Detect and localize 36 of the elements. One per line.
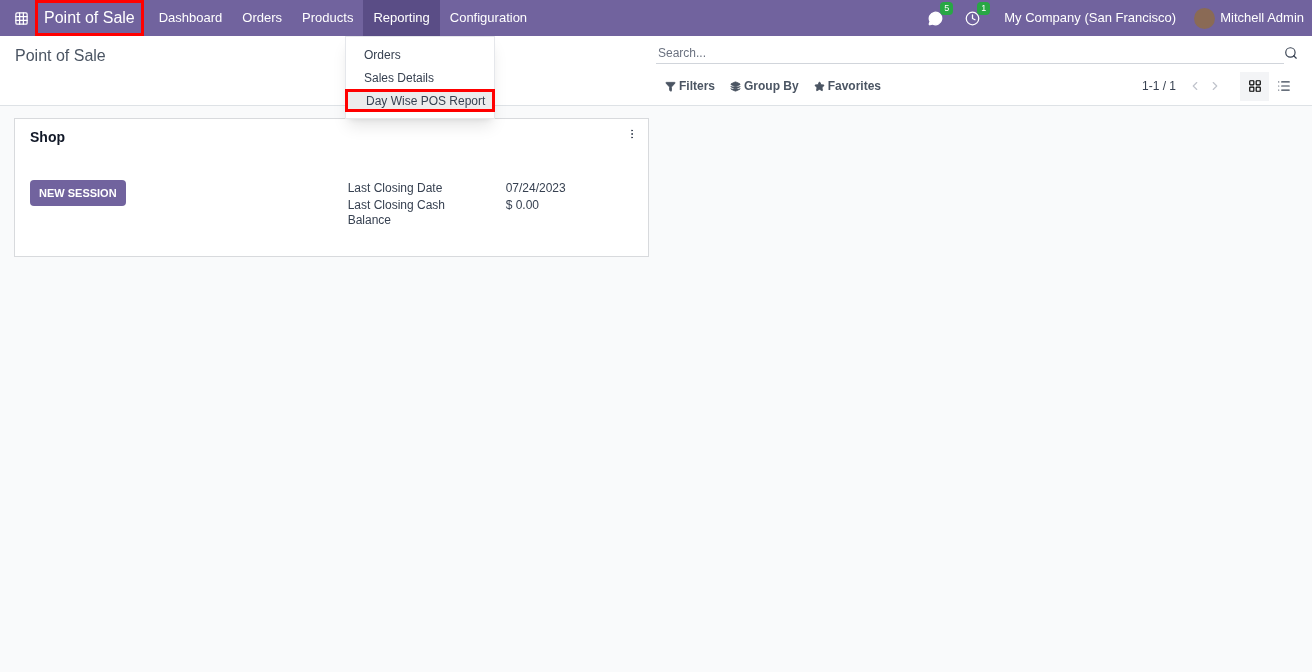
card-title: Shop [30,128,65,147]
search-icon[interactable] [1284,46,1298,60]
apps-menu-icon[interactable] [14,10,29,26]
messages-count-badge: 5 [940,1,954,15]
pager-value[interactable]: 1-1 / 1 [1141,77,1176,95]
menu-item[interactable]: Orders [232,0,293,36]
filter-icon [665,80,676,92]
group-icon [730,80,741,92]
search-field[interactable]: Search... [656,42,1284,64]
filter-menu-button[interactable]: Filters [665,77,715,95]
list-icon [1276,79,1291,93]
field-value: 07/24/2023 [505,181,566,196]
menu-item[interactable]: Products [292,0,364,36]
grid-icon [1247,79,1262,93]
messages-button[interactable] [928,10,944,26]
dropdown-item[interactable]: Orders [346,43,494,66]
new-session-button[interactable]: NEW SESSION [30,180,126,206]
kanban-view-button[interactable] [1240,71,1269,101]
star-icon [813,80,825,92]
menu-item[interactable]: Dashboard [148,0,233,36]
field-label: Last Closing Date [347,181,444,196]
company-switcher[interactable]: My Company (San Francisco) [1004,8,1177,28]
activities-count-badge: 1 [977,1,991,15]
user-menu[interactable]: Mitchell Admin [1220,8,1304,28]
dropdown-item[interactable]: Day Wise POS Report [345,89,495,112]
avatar-icon [1194,7,1216,29]
menu-item[interactable]: Configuration [439,0,538,36]
field-value: $ 0.00 [505,198,540,214]
field-label: Last Closing Cash Balance [347,198,446,228]
breadcrumb-title: Point of Sale [15,47,106,64]
filter-menu-button[interactable]: Favorites [813,77,882,95]
filter-menu-button[interactable]: Group By [730,77,799,95]
app-name-link[interactable]: Point of Sale [35,0,144,36]
menu-item[interactable]: Reporting [363,0,440,36]
dropdown-item[interactable]: Sales Details [346,66,494,89]
activities-button[interactable] [965,10,981,26]
